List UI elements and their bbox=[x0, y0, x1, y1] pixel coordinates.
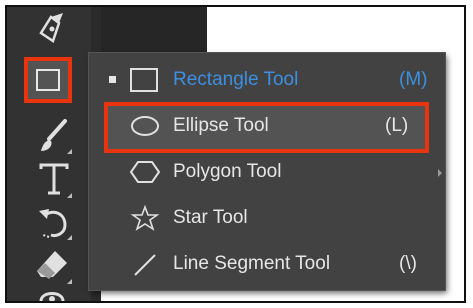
menu-item-ellipse-tool-overlay[interactable]: Ellipse Tool (L) bbox=[89, 103, 445, 149]
more-tools-indicator bbox=[67, 193, 72, 198]
rectangle-icon bbox=[130, 68, 158, 92]
partial-tool-button[interactable] bbox=[37, 287, 67, 301]
menu-item-label: Polygon Tool bbox=[173, 161, 282, 182]
tools-panel bbox=[7, 7, 91, 301]
menu-item-star-tool[interactable]: Star Tool bbox=[89, 195, 445, 241]
menu-item-label: Star Tool bbox=[173, 207, 248, 228]
rectangle-icon bbox=[36, 69, 60, 91]
shape-tools-flyout: Rectangle Tool (M) Ellipse Tool (L) Poly… bbox=[89, 53, 445, 290]
type-tool-button[interactable] bbox=[37, 163, 72, 199]
star-icon bbox=[130, 205, 160, 231]
rectangle-tool-button[interactable] bbox=[24, 57, 72, 103]
menu-item-label: Rectangle Tool bbox=[173, 69, 299, 90]
menu-item-polygon-tool[interactable]: Polygon Tool bbox=[89, 149, 445, 195]
selected-bullet bbox=[109, 76, 116, 83]
menu-item-line-segment-tool[interactable]: Line Segment Tool (\) bbox=[89, 241, 445, 287]
menu-item-label: Line Segment Tool bbox=[173, 253, 331, 274]
submenu-arrow-icon bbox=[438, 169, 442, 177]
partial-tool-icon bbox=[39, 292, 65, 301]
ellipse-icon bbox=[131, 116, 159, 136]
paintbrush-icon bbox=[41, 119, 67, 151]
menu-item-label: Ellipse Tool bbox=[173, 115, 269, 136]
menu-item-rectangle-tool[interactable]: Rectangle Tool (M) bbox=[89, 57, 445, 103]
eraser-tool-button[interactable] bbox=[35, 247, 72, 284]
eraser-icon bbox=[37, 251, 67, 279]
menu-item-shortcut: (L) bbox=[385, 115, 409, 136]
more-tools-indicator bbox=[67, 149, 72, 154]
type-icon bbox=[39, 163, 69, 195]
more-tools-indicator bbox=[67, 235, 72, 240]
pen-icon bbox=[39, 13, 63, 43]
menu-item-shortcut: (M) bbox=[399, 69, 428, 90]
polygon-icon bbox=[129, 161, 161, 183]
menu-item-shortcut: (\) bbox=[399, 253, 417, 274]
more-tools-indicator bbox=[67, 279, 72, 284]
rotate-tool-button[interactable] bbox=[35, 203, 72, 241]
line-segment-icon bbox=[134, 254, 156, 276]
pen-tool-button[interactable] bbox=[37, 11, 69, 51]
paintbrush-tool-button[interactable] bbox=[37, 119, 72, 155]
rotate-icon bbox=[39, 209, 67, 238]
